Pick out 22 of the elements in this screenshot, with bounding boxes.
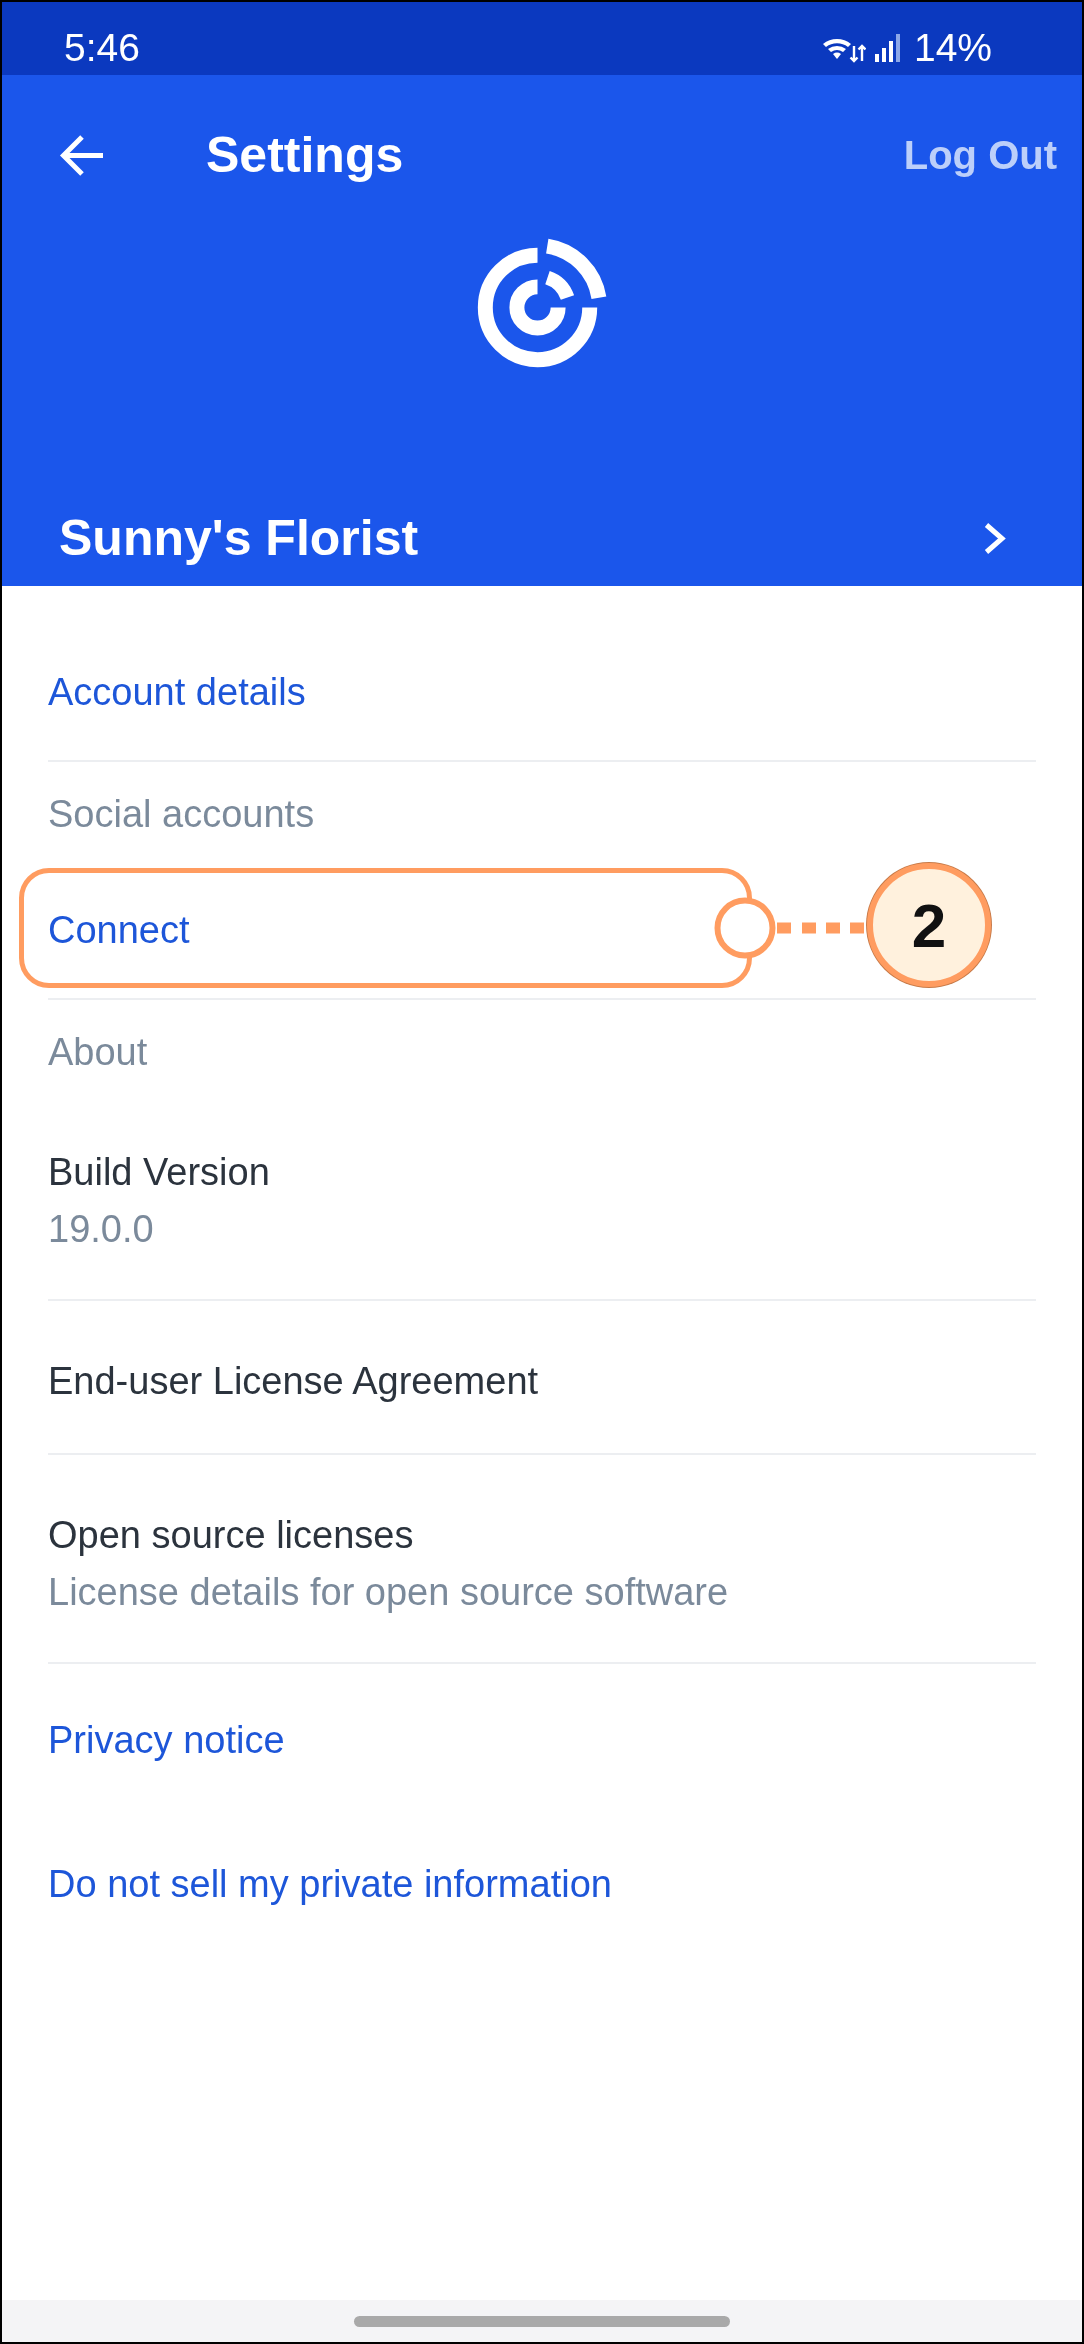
- page-title: Settings: [206, 126, 404, 184]
- signal-icon: [874, 33, 900, 62]
- account-selector[interactable]: Sunny's Florist: [2, 508, 1082, 568]
- menu-item[interactable]: Build Version: [48, 1148, 270, 1196]
- item-description: 19.0.0: [48, 1207, 154, 1251]
- back-button[interactable]: [59, 133, 105, 177]
- settings-link[interactable]: Connect: [48, 906, 190, 954]
- menu-item[interactable]: End-user License Agreement: [48, 1357, 539, 1405]
- settings-link[interactable]: Privacy notice: [48, 1716, 285, 1764]
- logout-button[interactable]: Log Out: [903, 132, 1057, 178]
- section-heading: About: [48, 1031, 148, 1073]
- menu-item[interactable]: Open source licenses: [48, 1511, 414, 1559]
- settings-link[interactable]: Do not sell my private information: [48, 1860, 612, 1908]
- logo-icon: [476, 237, 608, 368]
- item-description: License details for open source software: [48, 1570, 729, 1614]
- battery-percentage: 14%: [913, 25, 992, 70]
- settings-link[interactable]: Account details: [48, 668, 306, 716]
- chevron-right-icon: [983, 521, 1006, 555]
- step-number-badge: 2: [867, 863, 991, 987]
- section-heading: Social accounts: [48, 793, 315, 835]
- status-time: 5:46: [64, 25, 140, 70]
- back-arrow-icon: [59, 133, 105, 177]
